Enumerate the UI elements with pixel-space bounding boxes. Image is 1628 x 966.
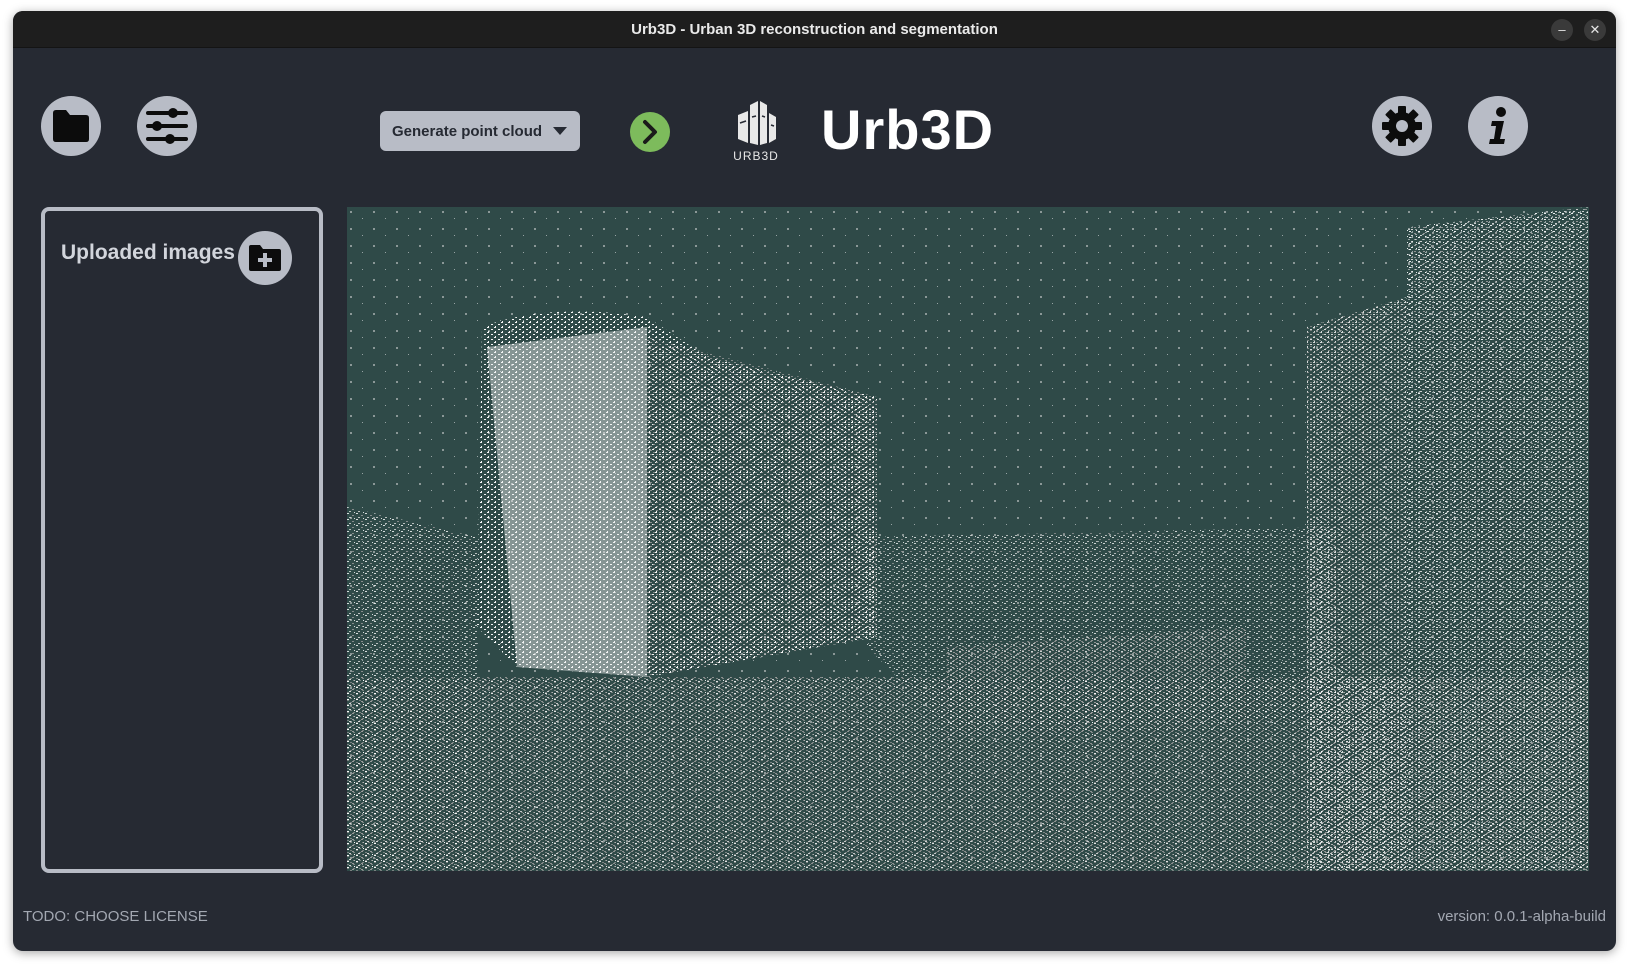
mode-dropdown-value: Generate point cloud [392, 122, 543, 140]
point-cloud-viewer[interactable] [347, 207, 1589, 871]
title-bar: Urb3D - Urban 3D reconstruction and segm… [13, 11, 1616, 48]
version-text: version: 0.0.1-alpha-build [1437, 908, 1606, 925]
run-button[interactable] [630, 112, 670, 152]
gear-icon [1382, 106, 1422, 146]
folder-plus-icon [249, 245, 281, 271]
info-button[interactable] [1468, 96, 1528, 156]
open-folder-button[interactable] [41, 96, 101, 156]
settings-button[interactable] [1372, 96, 1432, 156]
window-title: Urb3D - Urban 3D reconstruction and segm… [631, 21, 998, 38]
mode-dropdown[interactable]: Generate point cloud [380, 111, 580, 151]
license-text: TODO: CHOOSE LICENSE [23, 908, 208, 925]
buildings-logo-icon [738, 101, 776, 145]
app-logo: URB3D [731, 99, 781, 163]
close-window-button[interactable]: ✕ [1584, 19, 1606, 41]
uploaded-images-panel: Uploaded images [41, 207, 323, 873]
info-icon [1489, 107, 1506, 144]
panel-title: Uploaded images [61, 241, 235, 264]
add-images-button[interactable] [238, 231, 292, 285]
app-window: Urb3D - Urban 3D reconstruction and segm… [13, 11, 1616, 951]
point-cloud-render [347, 207, 1589, 871]
app-name: Urb3D [821, 98, 995, 161]
folder-icon [53, 110, 89, 142]
logo-text: URB3D [733, 149, 779, 163]
minimize-button[interactable]: – [1551, 19, 1573, 41]
settings-sliders-button[interactable] [137, 96, 197, 156]
sliders-icon [146, 108, 188, 144]
chevron-right-icon [643, 120, 657, 144]
chevron-down-icon [553, 127, 567, 135]
